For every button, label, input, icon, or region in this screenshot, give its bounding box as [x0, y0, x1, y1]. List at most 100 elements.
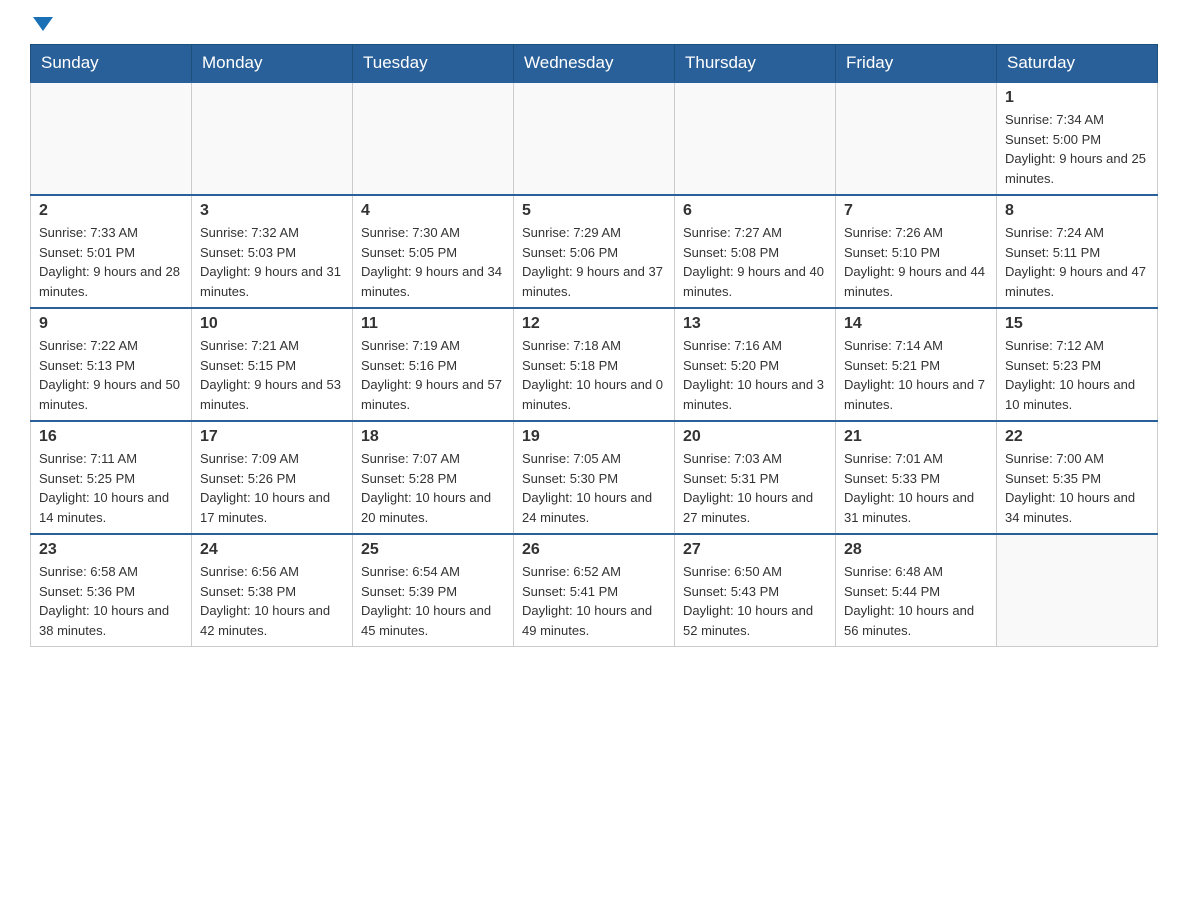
calendar-cell	[675, 82, 836, 195]
calendar-cell: 1 Sunrise: 7:34 AMSunset: 5:00 PMDaylight…	[997, 82, 1158, 195]
day-number: 20	[683, 428, 827, 446]
day-info: Sunrise: 7:11 AMSunset: 5:25 PMDaylight:…	[39, 449, 183, 527]
day-number: 27	[683, 541, 827, 559]
day-number: 16	[39, 428, 183, 446]
calendar-week-row: 9 Sunrise: 7:22 AMSunset: 5:13 PMDaylight…	[31, 308, 1158, 421]
calendar-cell: 16 Sunrise: 7:11 AMSunset: 5:25 PMDayligh…	[31, 421, 192, 534]
day-number: 19	[522, 428, 666, 446]
day-number: 9	[39, 315, 183, 333]
day-number: 25	[361, 541, 505, 559]
day-info: Sunrise: 7:19 AMSunset: 5:16 PMDaylight:…	[361, 336, 505, 414]
day-info: Sunrise: 7:34 AMSunset: 5:00 PMDaylight:…	[1005, 110, 1149, 188]
calendar-cell: 15Sunrise: 7:12 AMSunset: 5:23 PMDayligh…	[997, 308, 1158, 421]
day-info: Sunrise: 7:24 AMSunset: 5:11 PMDaylight:…	[1005, 223, 1149, 301]
day-number: 10	[200, 315, 344, 333]
day-info: Sunrise: 7:03 AMSunset: 5:31 PMDaylight:…	[683, 449, 827, 527]
calendar-cell: 7 Sunrise: 7:26 AMSunset: 5:10 PMDaylight…	[836, 195, 997, 308]
calendar-cell: 11 Sunrise: 7:19 AMSunset: 5:16 PMDayligh…	[353, 308, 514, 421]
logo-triangle-icon	[33, 17, 53, 31]
day-number: 7	[844, 202, 988, 220]
day-number: 14	[844, 315, 988, 333]
day-info: Sunrise: 7:22 AMSunset: 5:13 PMDaylight:…	[39, 336, 183, 414]
calendar-cell: 10 Sunrise: 7:21 AMSunset: 5:15 PMDayligh…	[192, 308, 353, 421]
day-number: 23	[39, 541, 183, 559]
calendar-cell: 4 Sunrise: 7:30 AMSunset: 5:05 PMDaylight…	[353, 195, 514, 308]
day-info: Sunrise: 6:54 AMSunset: 5:39 PMDaylight:…	[361, 562, 505, 640]
calendar-cell: 14 Sunrise: 7:14 AMSunset: 5:21 PMDayligh…	[836, 308, 997, 421]
calendar-cell: 19 Sunrise: 7:05 AMSunset: 5:30 PMDayligh…	[514, 421, 675, 534]
calendar-cell: 13 Sunrise: 7:16 AMSunset: 5:20 PMDayligh…	[675, 308, 836, 421]
day-info: Sunrise: 6:52 AMSunset: 5:41 PMDaylight:…	[522, 562, 666, 640]
day-number: 12	[522, 315, 666, 333]
day-number: 28	[844, 541, 988, 559]
calendar-cell: 21 Sunrise: 7:01 AMSunset: 5:33 PMDayligh…	[836, 421, 997, 534]
calendar-cell	[31, 82, 192, 195]
day-number: 24	[200, 541, 344, 559]
day-info: Sunrise: 7:30 AMSunset: 5:05 PMDaylight:…	[361, 223, 505, 301]
calendar-table: SundayMondayTuesdayWednesdayThursdayFrid…	[30, 44, 1158, 647]
calendar-header-row: SundayMondayTuesdayWednesdayThursdayFrid…	[31, 45, 1158, 83]
calendar-cell: 6 Sunrise: 7:27 AMSunset: 5:08 PMDaylight…	[675, 195, 836, 308]
day-of-week-header: Thursday	[675, 45, 836, 83]
day-info: Sunrise: 7:27 AMSunset: 5:08 PMDaylight:…	[683, 223, 827, 301]
calendar-cell: 28 Sunrise: 6:48 AMSunset: 5:44 PMDayligh…	[836, 534, 997, 647]
day-number: 6	[683, 202, 827, 220]
calendar-cell: 24 Sunrise: 6:56 AMSunset: 5:38 PMDayligh…	[192, 534, 353, 647]
calendar-week-row: 16 Sunrise: 7:11 AMSunset: 5:25 PMDayligh…	[31, 421, 1158, 534]
day-info: Sunrise: 7:09 AMSunset: 5:26 PMDaylight:…	[200, 449, 344, 527]
calendar-cell: 22 Sunrise: 7:00 AMSunset: 5:35 PMDayligh…	[997, 421, 1158, 534]
calendar-cell: 25 Sunrise: 6:54 AMSunset: 5:39 PMDayligh…	[353, 534, 514, 647]
day-info: Sunrise: 7:14 AMSunset: 5:21 PMDaylight:…	[844, 336, 988, 414]
calendar-cell: 27Sunrise: 6:50 AMSunset: 5:43 PMDayligh…	[675, 534, 836, 647]
calendar-cell: 9 Sunrise: 7:22 AMSunset: 5:13 PMDaylight…	[31, 308, 192, 421]
day-info: Sunrise: 6:56 AMSunset: 5:38 PMDaylight:…	[200, 562, 344, 640]
calendar-cell: 17 Sunrise: 7:09 AMSunset: 5:26 PMDayligh…	[192, 421, 353, 534]
day-of-week-header: Wednesday	[514, 45, 675, 83]
day-number: 22	[1005, 428, 1149, 446]
day-number: 5	[522, 202, 666, 220]
day-info: Sunrise: 7:00 AMSunset: 5:35 PMDaylight:…	[1005, 449, 1149, 527]
calendar-cell	[353, 82, 514, 195]
day-info: Sunrise: 7:07 AMSunset: 5:28 PMDaylight:…	[361, 449, 505, 527]
day-number: 11	[361, 315, 505, 333]
calendar-cell: 20 Sunrise: 7:03 AMSunset: 5:31 PMDayligh…	[675, 421, 836, 534]
calendar-cell	[997, 534, 1158, 647]
day-number: 15	[1005, 315, 1149, 333]
calendar-cell: 26Sunrise: 6:52 AMSunset: 5:41 PMDayligh…	[514, 534, 675, 647]
day-info: Sunrise: 6:48 AMSunset: 5:44 PMDaylight:…	[844, 562, 988, 640]
logo	[30, 20, 53, 34]
calendar-week-row: 2 Sunrise: 7:33 AMSunset: 5:01 PMDaylight…	[31, 195, 1158, 308]
calendar-cell: 8 Sunrise: 7:24 AMSunset: 5:11 PMDaylight…	[997, 195, 1158, 308]
day-number: 18	[361, 428, 505, 446]
day-info: Sunrise: 7:21 AMSunset: 5:15 PMDaylight:…	[200, 336, 344, 414]
calendar-week-row: 23 Sunrise: 6:58 AMSunset: 5:36 PMDayligh…	[31, 534, 1158, 647]
day-number: 1	[1005, 89, 1149, 107]
day-number: 2	[39, 202, 183, 220]
calendar-cell: 3 Sunrise: 7:32 AMSunset: 5:03 PMDaylight…	[192, 195, 353, 308]
day-info: Sunrise: 7:01 AMSunset: 5:33 PMDaylight:…	[844, 449, 988, 527]
day-info: Sunrise: 7:33 AMSunset: 5:01 PMDaylight:…	[39, 223, 183, 301]
day-info: Sunrise: 7:16 AMSunset: 5:20 PMDaylight:…	[683, 336, 827, 414]
day-info: Sunrise: 7:05 AMSunset: 5:30 PMDaylight:…	[522, 449, 666, 527]
day-of-week-header: Monday	[192, 45, 353, 83]
day-number: 13	[683, 315, 827, 333]
day-info: Sunrise: 7:29 AMSunset: 5:06 PMDaylight:…	[522, 223, 666, 301]
day-number: 8	[1005, 202, 1149, 220]
day-number: 4	[361, 202, 505, 220]
day-number: 3	[200, 202, 344, 220]
day-info: Sunrise: 7:32 AMSunset: 5:03 PMDaylight:…	[200, 223, 344, 301]
day-info: Sunrise: 7:26 AMSunset: 5:10 PMDaylight:…	[844, 223, 988, 301]
day-of-week-header: Tuesday	[353, 45, 514, 83]
day-info: Sunrise: 6:58 AMSunset: 5:36 PMDaylight:…	[39, 562, 183, 640]
calendar-cell: 12Sunrise: 7:18 AMSunset: 5:18 PMDayligh…	[514, 308, 675, 421]
calendar-cell	[514, 82, 675, 195]
day-number: 21	[844, 428, 988, 446]
calendar-cell	[192, 82, 353, 195]
day-number: 17	[200, 428, 344, 446]
calendar-cell: 5 Sunrise: 7:29 AMSunset: 5:06 PMDaylight…	[514, 195, 675, 308]
day-of-week-header: Sunday	[31, 45, 192, 83]
page-header	[30, 20, 1158, 34]
calendar-week-row: 1 Sunrise: 7:34 AMSunset: 5:00 PMDaylight…	[31, 82, 1158, 195]
calendar-cell	[836, 82, 997, 195]
calendar-cell: 2 Sunrise: 7:33 AMSunset: 5:01 PMDaylight…	[31, 195, 192, 308]
